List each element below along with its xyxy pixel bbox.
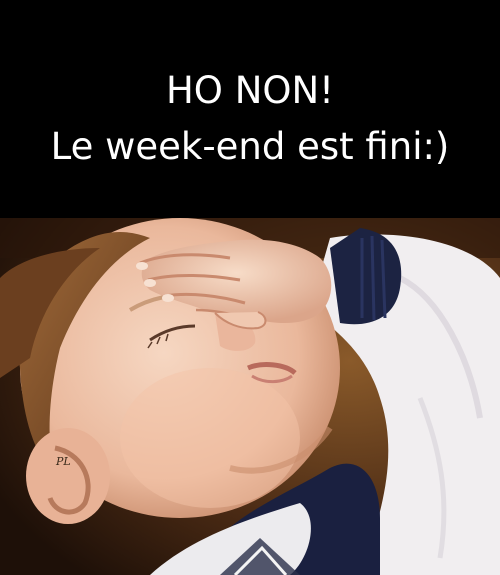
caption-line-1: HO NON! (165, 69, 335, 112)
caption-banner: HO NON! Le week-end est fini:) (0, 0, 500, 218)
caption-line-2: Le week-end est fini:) (50, 125, 450, 168)
meme-image: HO NON! Le week-end est fini:) PL (0, 0, 500, 575)
child-facepalm-photo (0, 218, 500, 575)
watermark-logo: PL (56, 455, 71, 468)
